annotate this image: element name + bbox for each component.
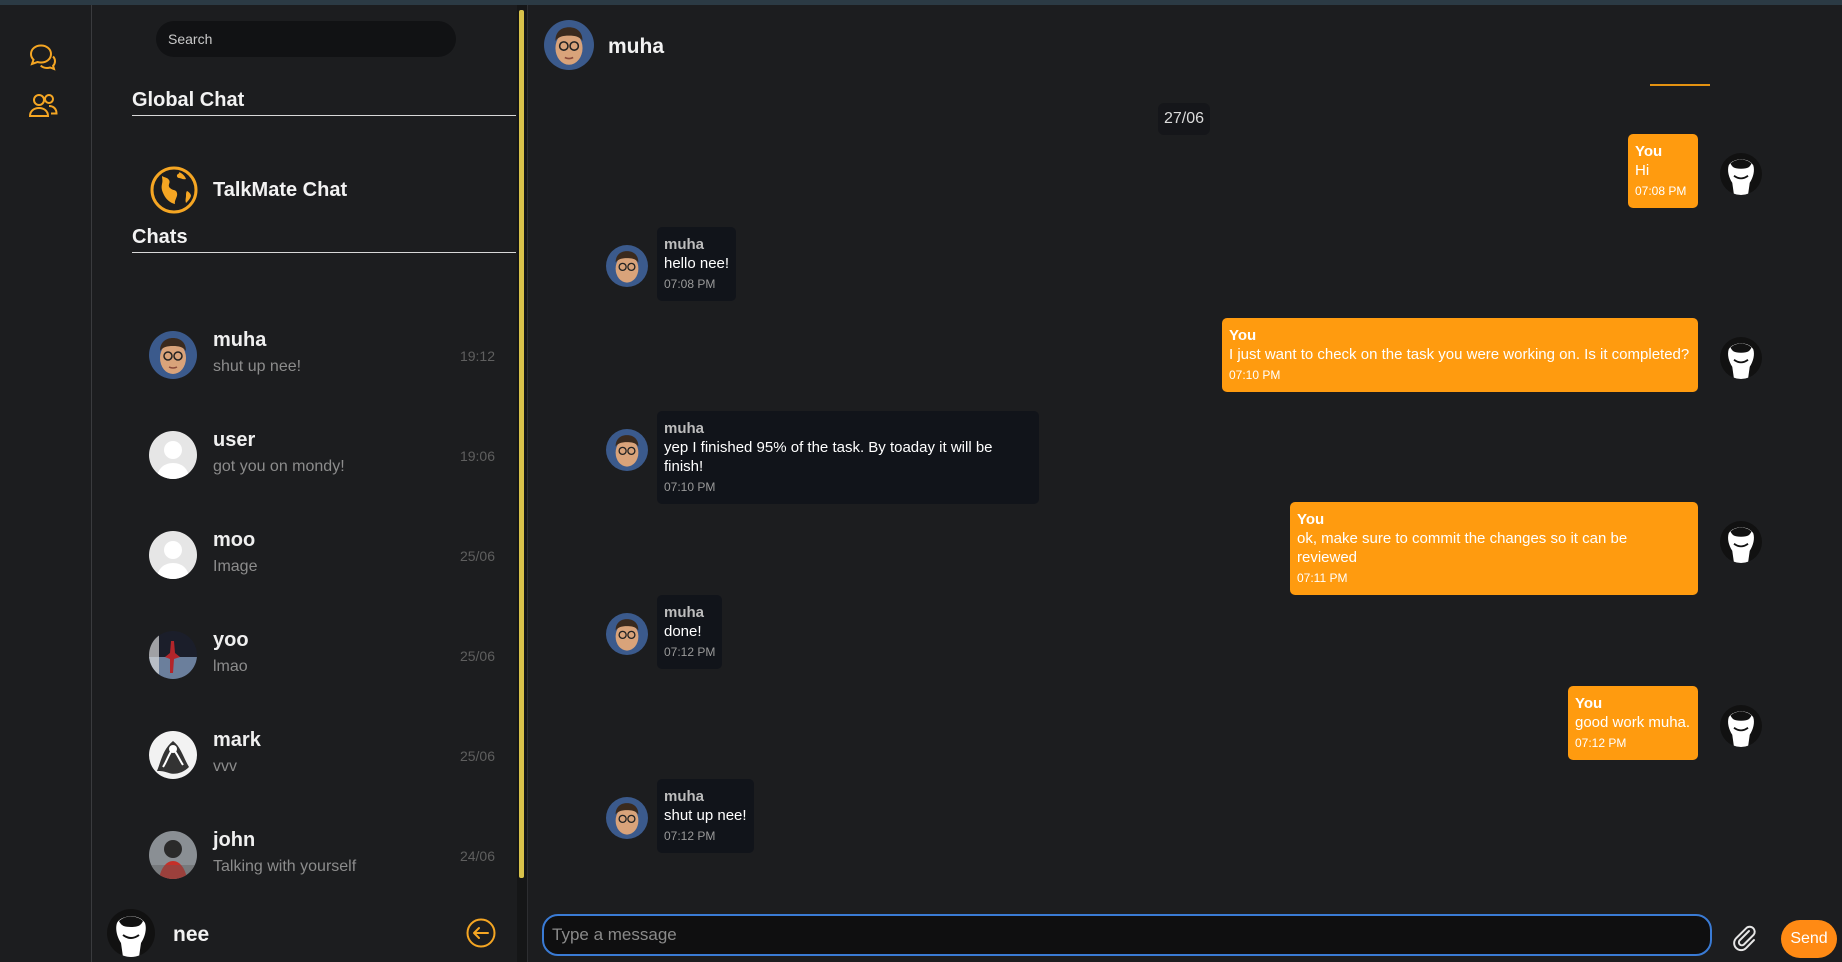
chat-last-message: got you on mondy! [213,458,345,475]
send-button[interactable]: Send [1781,920,1837,958]
message-bubble-outgoing: You good work muha. 07:12 PM [1568,686,1698,760]
message-time: 07:12 PM [664,829,716,843]
global-chat-item[interactable]: TalkMate Chat [149,165,347,215]
message-time: 07:12 PM [664,645,716,659]
message-sender: muha [664,236,705,253]
message-text: ok, make sure to commit the changes so i… [1297,530,1628,566]
global-chat-name: TalkMate Chat [213,178,348,201]
avatar [149,531,197,579]
chat-last-message: lmao [213,658,248,675]
chat-time: 25/06 [459,748,495,764]
message-text: good work muha. [1575,714,1691,731]
avatar [544,20,594,70]
sidebar-scroll-thumb[interactable] [519,10,524,878]
chat-last-message: Talking with yourself [213,858,357,875]
search-input[interactable] [156,21,456,57]
logout-icon[interactable] [465,917,497,949]
avatar [606,429,648,471]
chats-nav-button[interactable] [26,40,60,74]
avatar [1720,153,1762,195]
chat-item-john[interactable]: john Talking with yourself 24/06 [149,823,495,887]
message-time: 07:11 PM [1297,571,1348,585]
message-time: 07:10 PM [664,480,716,494]
avatar [606,245,648,287]
message-sender: muha [664,604,705,621]
conversation-title: muha [608,35,665,58]
avatar [149,631,197,679]
avatar [1720,521,1762,563]
paperclip-icon[interactable] [1728,922,1758,952]
chats-heading: Chats [132,226,516,253]
contacts-nav-button[interactable] [26,88,60,122]
chat-name: moo [213,529,256,551]
conversation-panel: muha 27/06 You Hi 07:08 PM muha hello ne… [527,5,1842,962]
message-sender: You [1297,511,1325,528]
avatar [149,331,197,379]
message-time: 07:10 PM [1229,368,1281,382]
message-sender: You [1229,327,1257,344]
chat-time: 24/06 [459,848,495,864]
message-bubble-incoming: muha done! 07:12 PM [657,595,723,669]
nav-rail [0,5,92,962]
message-text: I just want to check on the task you wer… [1229,346,1690,363]
message-input[interactable] [542,914,1712,956]
message-bubble-incoming: muha yep I finished 95% of the task. By … [657,411,1039,504]
avatar [149,831,197,879]
chat-name: muha [213,329,267,351]
current-user-bar: nee [93,905,523,962]
avatar [606,797,648,839]
chat-item-muha[interactable]: muha shut up nee! 19:12 [149,323,495,387]
current-user-name: nee [173,923,210,946]
message-time: 07:12 PM [1575,736,1627,750]
message-sender: You [1635,143,1663,160]
message-bubble-outgoing: You I just want to check on the task you… [1222,318,1698,392]
chat-last-message: shut up nee! [213,358,302,375]
chat-bubbles-icon [29,44,57,71]
message-text: yep I finished 95% of the task. By toada… [664,439,993,475]
global-chat-heading: Global Chat [132,89,516,116]
message-sender: muha [664,788,705,805]
message-bubble-incoming: muha hello nee! 07:08 PM [657,227,737,301]
avatar [1720,705,1762,747]
message-text: hello nee! [664,255,730,272]
chat-name: john [213,829,256,851]
chat-item-mark[interactable]: mark vvv 25/06 [149,723,495,787]
chat-last-message: vvv [213,758,237,775]
chat-item-yoo[interactable]: yoo lmao 25/06 [149,623,495,687]
avatar [149,431,197,479]
avatar [149,731,197,779]
chat-time: 25/06 [459,648,495,664]
message-sender: muha [664,420,705,437]
message-bubble-outgoing: You ok, make sure to commit the changes … [1290,502,1698,595]
message-text: done! [664,623,702,640]
message-text: shut up nee! [664,807,747,824]
chat-name: mark [213,729,261,751]
avatar [606,613,648,655]
chat-item-user[interactable]: user got you on mondy! 19:06 [149,423,495,487]
chat-item-moo[interactable]: moo Image 25/06 [149,523,495,587]
chat-name: user [213,429,256,451]
avatar [107,909,155,957]
chat-time: 19:06 [459,448,495,464]
date-separator: 27/06 [1158,103,1211,135]
chat-sidebar: Global Chat TalkMate Chat Chats muha shu… [93,5,523,962]
users-icon [28,94,58,117]
chat-time: 25/06 [459,548,495,564]
message-sender: You [1575,695,1603,712]
header-divider [1650,84,1710,86]
chat-time: 19:12 [459,348,495,364]
message-text: Hi [1635,162,1650,179]
message-bubble-outgoing: You Hi 07:08 PM [1628,134,1698,208]
message-time: 07:08 PM [664,277,716,291]
chat-last-message: Image [213,558,258,575]
message-bubble-incoming: muha shut up nee! 07:12 PM [657,779,754,853]
message-time: 07:08 PM [1635,184,1687,198]
avatar [1720,337,1762,379]
chat-name: yoo [213,629,249,651]
globe-icon [150,166,198,214]
